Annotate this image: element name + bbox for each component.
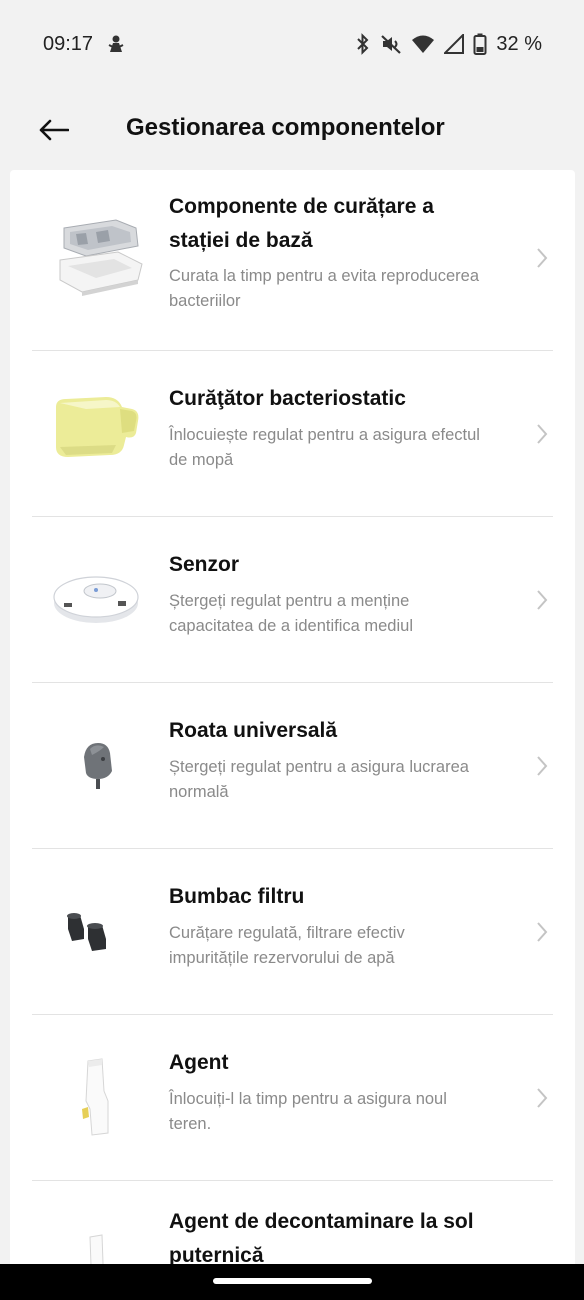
list-item-sensor[interactable]: Senzor Ștergeți regulat pentru a menține…: [32, 517, 553, 683]
battery-icon: [473, 33, 487, 55]
item-description-line: teren.: [169, 1115, 212, 1133]
chevron-right-icon: [537, 590, 548, 610]
item-title: Bumbac filtru: [169, 880, 513, 914]
chevron-right-icon: [537, 424, 548, 444]
list-item-base-station-cleaning[interactable]: Componente de curățare a stației de bază…: [32, 170, 553, 351]
item-title-line: Roata universală: [169, 719, 338, 742]
item-title-line: Componente de curățare a: [169, 195, 434, 218]
list-item-bacteriostatic-cleaner[interactable]: Curăţător bacteriostatic Înlocuiește reg…: [32, 351, 553, 517]
item-title: Curăţător bacteriostatic: [169, 382, 513, 416]
robot-vacuum-image: [53, 576, 139, 623]
signal-icon: [444, 34, 465, 54]
status-left: 09:17: [43, 33, 125, 56]
item-title: Agent: [169, 1046, 513, 1080]
item-description-line: bacteriilor: [169, 292, 241, 310]
list-item-filter-cotton[interactable]: Bumbac filtru Curățare regulată, filtrar…: [32, 849, 553, 1015]
item-description: Ștergeți regulat pentru a asigura lucrar…: [169, 755, 525, 805]
item-title-line: Curăţător bacteriostatic: [169, 387, 406, 410]
filter-cotton-image: [67, 913, 106, 951]
item-description-line: de mopă: [169, 451, 234, 469]
item-description-line: normală: [169, 783, 229, 801]
components-card: Componente de curățare a stației de bază…: [10, 170, 575, 1300]
item-description: Înlocuiți-l la timp pentru a asigura nou…: [169, 1087, 525, 1137]
universal-wheel-image: [84, 743, 112, 789]
item-description: Ștergeți regulat pentru a menține capaci…: [169, 589, 525, 639]
item-description-line: Ștergeți regulat pentru a menține: [169, 592, 410, 610]
base-station-parts-image: [59, 219, 143, 296]
item-title: Senzor: [169, 548, 513, 582]
back-arrow-icon: [39, 119, 69, 141]
item-description-line: Curățare regulată, filtrare efectiv: [169, 924, 405, 942]
back-button[interactable]: [30, 110, 78, 150]
list-item-universal-wheel[interactable]: Roata universală Ștergeți regulat pentru…: [32, 683, 553, 849]
item-title: Agent de decontaminare la sol puternică: [169, 1205, 513, 1273]
system-navigation-bar: [0, 1264, 584, 1300]
battery-percent: 32 %: [496, 32, 542, 55]
wifi-icon: [411, 34, 435, 54]
item-description-line: Înlocuiește regulat pentru a asigura efe…: [169, 426, 480, 444]
notification-icon: [107, 34, 125, 54]
bacteriostatic-cleaner-image: [56, 397, 139, 457]
status-time: 09:17: [43, 32, 94, 55]
app-bar: Gestionarea componentelor: [0, 88, 584, 170]
item-description: Curata la timp pentru a evita reproducer…: [169, 264, 525, 314]
home-gesture-handle[interactable]: [213, 1278, 372, 1284]
chevron-right-icon: [537, 248, 548, 268]
item-description-line: capacitatea de a identifica mediul: [169, 617, 413, 635]
agent-bottle-image: [82, 1058, 109, 1136]
chevron-right-icon: [537, 756, 548, 776]
item-title: Componente de curățare a stației de bază: [169, 190, 513, 258]
item-description-line: Ștergeți regulat pentru a asigura lucrar…: [169, 758, 469, 776]
mute-icon: [380, 33, 402, 55]
item-description-line: impuritățile rezervorului de apă: [169, 949, 395, 967]
item-description: Înlocuiește regulat pentru a asigura efe…: [169, 423, 525, 473]
item-description-line: Curata la timp pentru a evita reproducer…: [169, 267, 480, 285]
page-title: Gestionarea componentelor: [126, 114, 445, 141]
item-title-line: Agent: [169, 1051, 229, 1074]
item-title-line: Senzor: [169, 553, 240, 576]
item-description: Curățare regulată, filtrare efectiv impu…: [169, 921, 525, 971]
status-bar: 09:17 32 %: [0, 0, 584, 88]
item-description-line: Înlocuiți-l la timp pentru a asigura nou…: [169, 1090, 447, 1108]
item-title-line: Agent de decontaminare la sol: [169, 1210, 474, 1233]
bluetooth-icon: [355, 33, 371, 55]
item-title-line: Bumbac filtru: [169, 885, 305, 908]
item-title-line: stației de bază: [169, 229, 313, 252]
status-right: 32 %: [355, 33, 542, 56]
chevron-right-icon: [537, 922, 548, 942]
list-item-agent[interactable]: Agent Înlocuiți-l la timp pentru a asigu…: [32, 1015, 553, 1181]
item-title: Roata universală: [169, 714, 513, 748]
chevron-right-icon: [537, 1088, 548, 1108]
